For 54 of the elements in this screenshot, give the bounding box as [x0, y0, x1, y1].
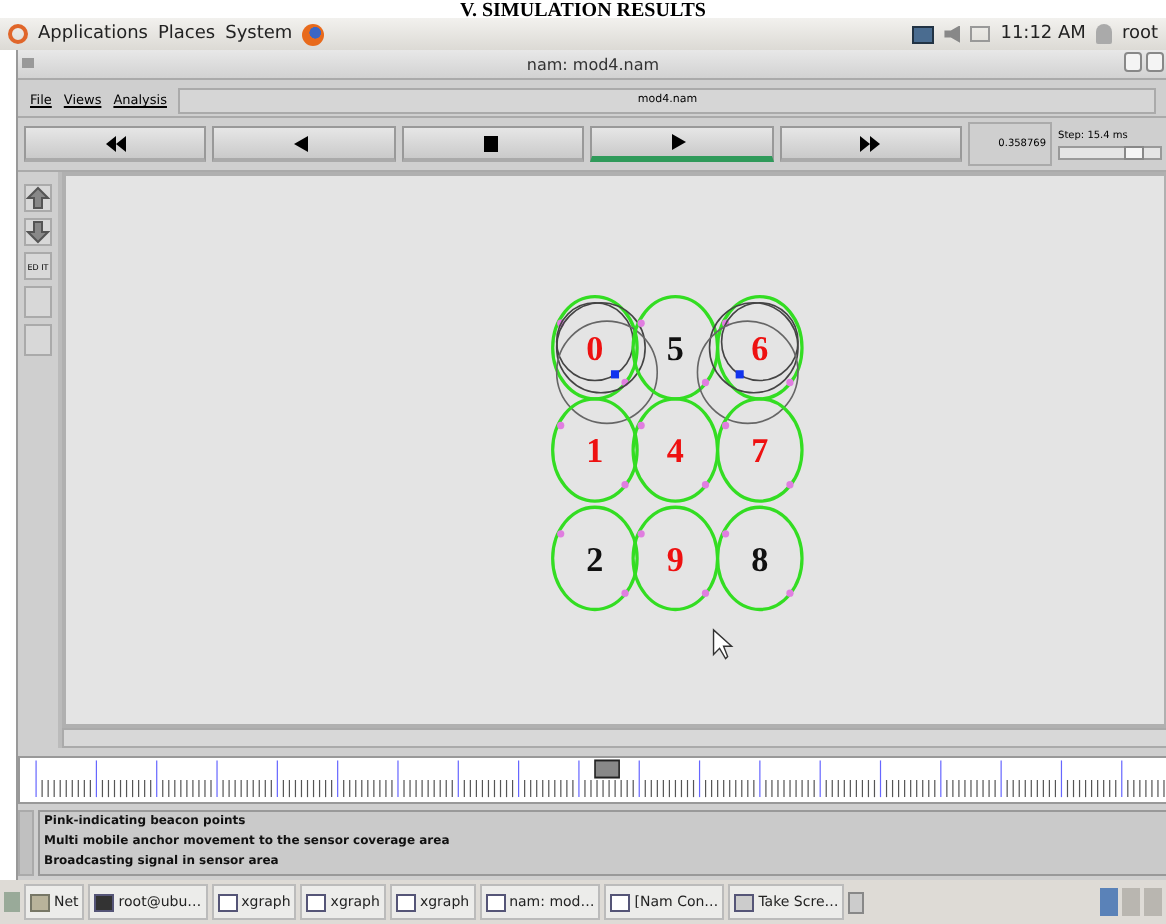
section-heading: V. SIMULATION RESULTS [458, 0, 708, 18]
node-label: 7 [751, 432, 769, 471]
node-label: 5 [666, 329, 684, 369]
workspace-switcher[interactable] [1100, 888, 1118, 916]
rewind-button[interactable] [24, 126, 207, 162]
node-label: 0 [586, 329, 604, 369]
node-label: 1 [586, 432, 604, 471]
zoom-in-icon[interactable] [24, 184, 52, 212]
zoom-out-icon[interactable] [24, 218, 52, 246]
double-triangle-icon [860, 135, 881, 151]
mail-icon[interactable] [970, 26, 991, 42]
horizontal-scrollbar[interactable] [62, 728, 1166, 748]
panel-menu[interactable]: Applications [38, 24, 148, 44]
vertical-scrollbar[interactable] [18, 810, 34, 876]
node-label: 9 [666, 540, 684, 579]
stop-button[interactable] [401, 126, 585, 162]
workspace-switcher[interactable] [1144, 888, 1162, 916]
sensor-node [551, 505, 639, 612]
browser-icon[interactable] [302, 23, 325, 45]
window-title: nam: mod4.nam [526, 55, 660, 73]
volume-icon[interactable] [944, 25, 961, 43]
double-triangle-icon [105, 135, 126, 151]
tool-button[interactable] [24, 286, 52, 318]
maximize-button[interactable] [1146, 52, 1164, 72]
workspace-switcher[interactable] [1122, 888, 1140, 916]
sensor-node [631, 397, 720, 503]
fast-forward-button[interactable] [779, 126, 963, 162]
clock[interactable]: 11:12 AM [1000, 24, 1086, 44]
panel-menu[interactable]: Places [157, 24, 216, 44]
node-label: 8 [751, 540, 769, 579]
step-slider[interactable] [1058, 145, 1163, 159]
minimize-button[interactable] [1124, 52, 1142, 72]
sensor-node [715, 295, 804, 401]
tool-button[interactable] [24, 324, 52, 356]
trash-icon[interactable] [848, 891, 865, 913]
user-icon [1095, 24, 1112, 44]
timeline-slider[interactable] [18, 756, 1166, 804]
logo-icon[interactable] [8, 24, 28, 44]
sensor-node [631, 295, 720, 401]
stop-icon [483, 135, 504, 151]
node-label: 6 [751, 329, 769, 369]
sensor-node [715, 505, 804, 612]
sensor-node [715, 397, 804, 503]
user-name[interactable]: root [1121, 24, 1158, 44]
mouse-pointer-icon [712, 628, 734, 660]
network-icon[interactable] [912, 25, 935, 43]
node-label: 4 [666, 432, 684, 471]
sensor-node [551, 295, 639, 401]
time-marker[interactable] [594, 759, 621, 779]
sensor-node [631, 505, 720, 612]
node-label: 2 [586, 540, 604, 579]
panel-menu[interactable]: System [225, 24, 293, 44]
sensor-node [551, 397, 639, 503]
slider-thumb[interactable] [1124, 145, 1145, 159]
